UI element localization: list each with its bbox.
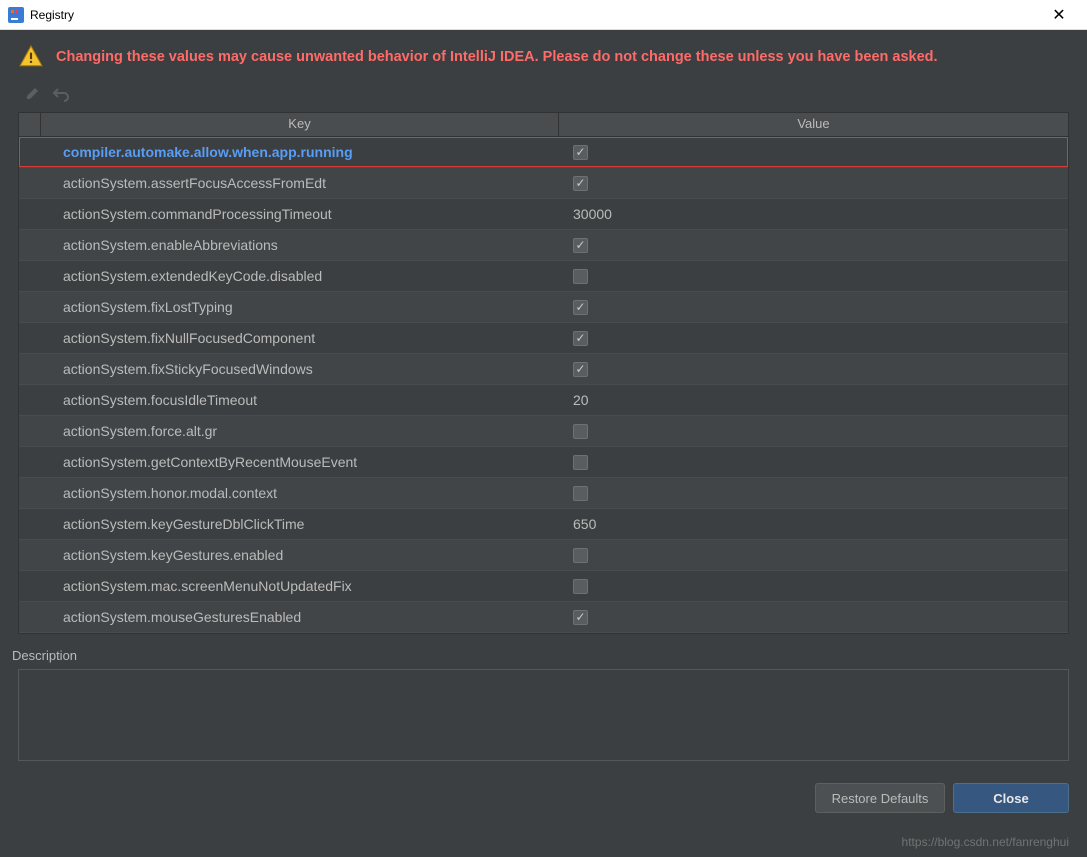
checkbox[interactable] [573,269,588,284]
window-title: Registry [30,8,1039,22]
warning-bar: Changing these values may cause unwanted… [0,30,1087,80]
window-titlebar: Registry ✕ [0,0,1087,30]
checkbox[interactable] [573,579,588,594]
row-key: actionSystem.enableAbbreviations [41,237,559,253]
row-value[interactable] [559,579,1068,594]
description-box [18,669,1069,761]
row-key: actionSystem.keyGestures.enabled [41,547,559,563]
edit-icon[interactable] [22,82,44,104]
restore-defaults-button[interactable]: Restore Defaults [815,783,945,813]
header-check [19,113,41,136]
dialog-content: Changing these values may cause unwanted… [0,30,1087,857]
checkbox[interactable] [573,300,588,315]
table-row[interactable]: actionSystem.focusIdleTimeout20 [19,385,1068,416]
row-key: actionSystem.fixLostTyping [41,299,559,315]
table-row[interactable]: actionSystem.keyGestures.enabled [19,540,1068,571]
table-row[interactable]: actionSystem.force.alt.gr [19,416,1068,447]
checkbox[interactable] [573,362,588,377]
row-value[interactable] [559,455,1068,470]
row-value[interactable] [559,362,1068,377]
row-value[interactable]: 650 [559,516,1068,532]
row-key: actionSystem.fixNullFocusedComponent [41,330,559,346]
description-label: Description [12,648,1069,663]
row-key: actionSystem.mac.screenMenuNotUpdatedFix [41,578,559,594]
table-row[interactable]: compiler.automake.allow.when.app.running [19,137,1068,168]
warning-icon [18,44,44,70]
checkbox[interactable] [573,145,588,160]
row-key: actionSystem.fixStickyFocusedWindows [41,361,559,377]
button-bar: Restore Defaults Close [0,761,1087,823]
row-key: actionSystem.honor.modal.context [41,485,559,501]
row-key: actionSystem.extendedKeyCode.disabled [41,268,559,284]
registry-table: Key Value compiler.automake.allow.when.a… [18,112,1069,634]
table-row[interactable]: actionSystem.mac.screenMenuNotUpdatedFix [19,571,1068,602]
toolbar [0,80,1087,112]
table-body[interactable]: compiler.automake.allow.when.app.running… [19,137,1068,633]
table-row[interactable]: actionSystem.getContextByRecentMouseEven… [19,447,1068,478]
row-key: actionSystem.force.alt.gr [41,423,559,439]
row-key: actionSystem.getContextByRecentMouseEven… [41,454,559,470]
table-row[interactable]: actionSystem.enableAbbreviations [19,230,1068,261]
row-key: actionSystem.assertFocusAccessFromEdt [41,175,559,191]
app-icon [8,7,24,23]
row-value[interactable] [559,145,1068,160]
checkbox[interactable] [573,455,588,470]
row-value[interactable]: 30000 [559,206,1068,222]
row-value[interactable]: 20 [559,392,1068,408]
table-header: Key Value [19,113,1068,137]
table-row[interactable]: actionSystem.fixNullFocusedComponent [19,323,1068,354]
row-key: actionSystem.keyGestureDblClickTime [41,516,559,532]
table-row[interactable]: actionSystem.fixStickyFocusedWindows [19,354,1068,385]
row-value[interactable] [559,548,1068,563]
row-value[interactable] [559,331,1068,346]
row-value[interactable] [559,269,1068,284]
checkbox[interactable] [573,610,588,625]
warning-text: Changing these values may cause unwanted… [56,48,938,67]
header-value[interactable]: Value [559,113,1068,136]
watermark: https://blog.csdn.net/fanrenghui [902,835,1069,849]
table-row[interactable]: actionSystem.assertFocusAccessFromEdt [19,168,1068,199]
table-row[interactable]: actionSystem.fixLostTyping [19,292,1068,323]
row-value[interactable] [559,176,1068,191]
row-value[interactable] [559,238,1068,253]
checkbox[interactable] [573,548,588,563]
row-value[interactable] [559,300,1068,315]
table-row[interactable]: actionSystem.mouseGesturesEnabled [19,602,1068,633]
table-row[interactable]: actionSystem.honor.modal.context [19,478,1068,509]
revert-icon[interactable] [50,82,72,104]
row-key: compiler.automake.allow.when.app.running [41,144,559,160]
checkbox[interactable] [573,424,588,439]
checkbox[interactable] [573,238,588,253]
close-button[interactable]: Close [953,783,1069,813]
row-value[interactable] [559,486,1068,501]
table-row[interactable]: actionSystem.commandProcessingTimeout300… [19,199,1068,230]
row-key: actionSystem.focusIdleTimeout [41,392,559,408]
registry-dialog: Registry ✕ Changing these values may cau… [0,0,1087,857]
table-row[interactable]: actionSystem.extendedKeyCode.disabled [19,261,1068,292]
row-key: actionSystem.mouseGesturesEnabled [41,609,559,625]
close-icon[interactable]: ✕ [1039,1,1079,29]
row-value[interactable] [559,424,1068,439]
table-row[interactable]: actionSystem.keyGestureDblClickTime650 [19,509,1068,540]
checkbox[interactable] [573,331,588,346]
row-key: actionSystem.commandProcessingTimeout [41,206,559,222]
header-key[interactable]: Key [41,113,559,136]
checkbox[interactable] [573,486,588,501]
row-value[interactable] [559,610,1068,625]
checkbox[interactable] [573,176,588,191]
